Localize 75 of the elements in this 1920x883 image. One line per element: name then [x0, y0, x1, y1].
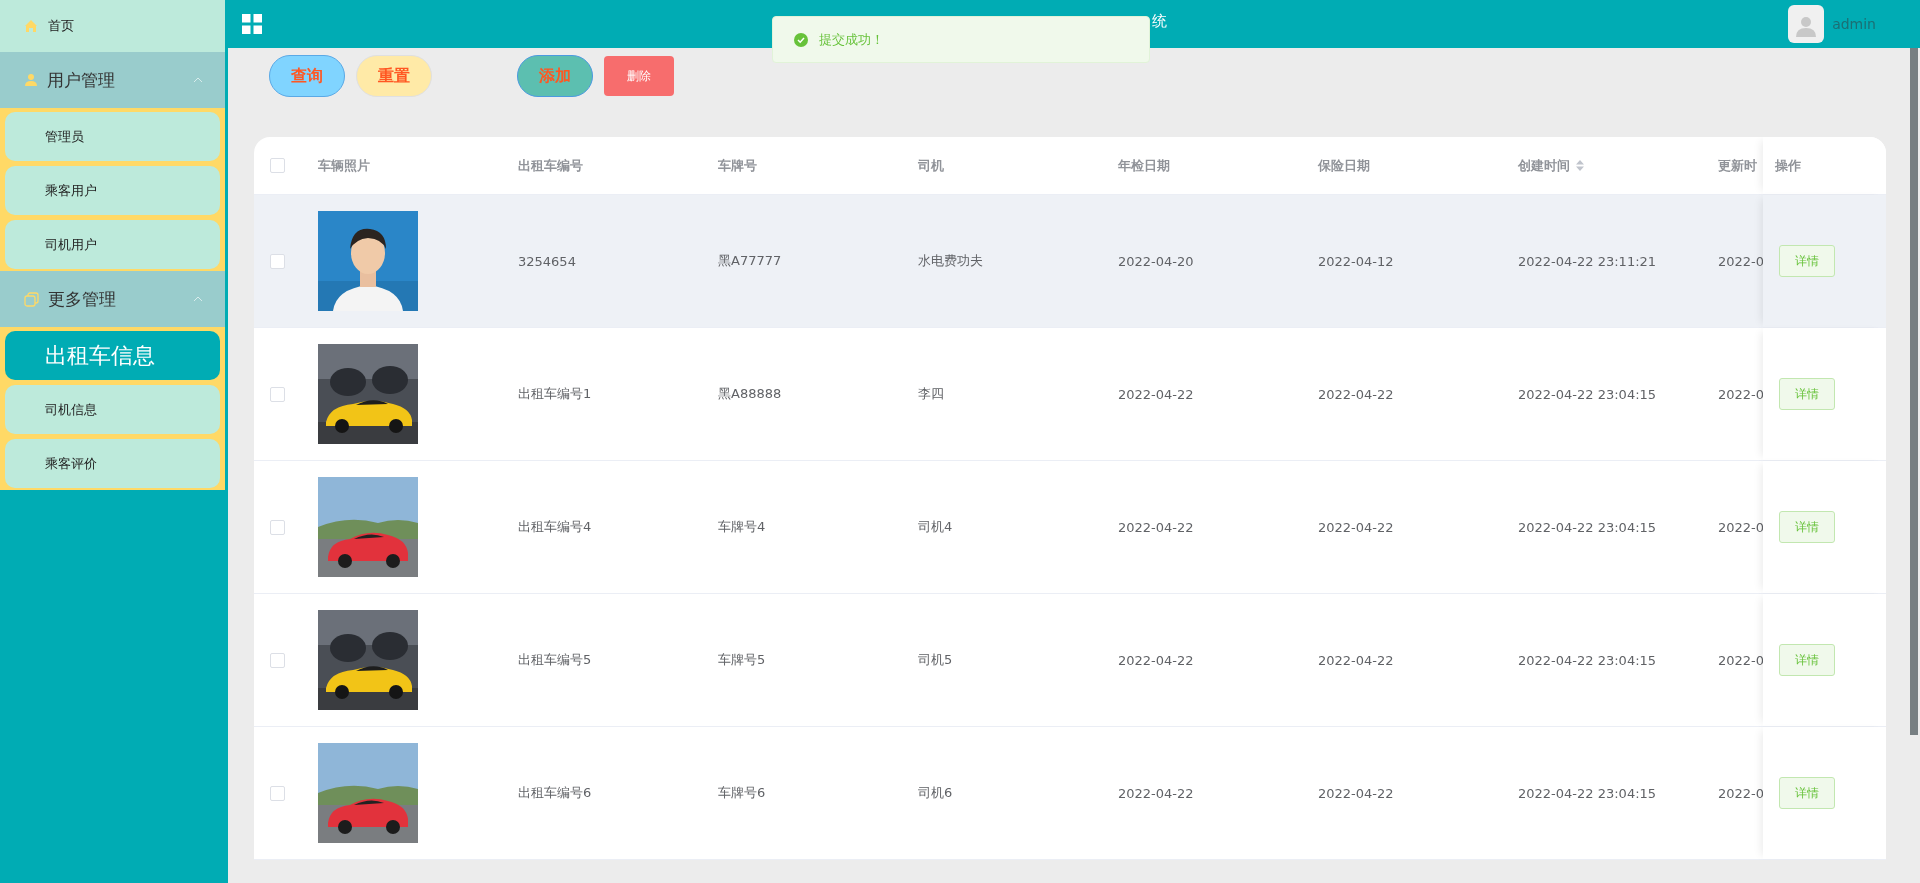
- table-cell: 2022-04-22: [1118, 785, 1194, 801]
- table-cell: 2022-04-22 23:04:15: [1518, 519, 1657, 535]
- sidebar-item[interactable]: 乘客评价: [5, 439, 220, 488]
- sidebar-group[interactable]: 用户管理: [0, 52, 225, 108]
- sidebar-item[interactable]: 司机用户: [5, 220, 220, 269]
- table-cell: 2022-04-22: [1318, 785, 1394, 801]
- table-cell: 2022-04-22: [1118, 652, 1194, 668]
- table-cell: 2022-04-12: [1318, 253, 1394, 269]
- checkbox[interactable]: [270, 386, 285, 402]
- table-cell: 车牌号6: [718, 784, 766, 802]
- avatar-icon[interactable]: [1788, 5, 1825, 43]
- scrollbar[interactable]: [1910, 48, 1918, 735]
- sidebar-item[interactable]: 管理员: [5, 112, 220, 161]
- table-cell: 2022-0: [1718, 785, 1765, 801]
- toast-text: 提交成功！: [819, 30, 884, 49]
- table-cell: 3254654: [518, 253, 576, 269]
- table-cell: 2022-04-22: [1318, 519, 1394, 535]
- table-cell: 司机5: [918, 651, 953, 669]
- table-cell: 出租车编号6: [518, 784, 592, 802]
- table-cell: 车牌号5: [718, 651, 766, 669]
- copy-icon: [24, 291, 39, 307]
- table-cell: 2022-04-22: [1118, 519, 1194, 535]
- sidebar-item[interactable]: 首页: [0, 0, 225, 52]
- table-cell: 2022-0: [1718, 253, 1765, 269]
- column-header: 出租车编号: [518, 156, 583, 175]
- sidebar-group[interactable]: 更多管理: [0, 271, 225, 327]
- column-header: 司机: [918, 156, 944, 175]
- table-cell: 黑A77777: [718, 252, 782, 270]
- table-row[interactable]: 出租车编号1 黑A88888 李四 2022-04-22 2022-04-22 2022-04-22 23:04:15 2022-0 详情: [254, 328, 1886, 461]
- group-label: 更多管理: [48, 287, 117, 311]
- checkbox[interactable]: [270, 158, 285, 173]
- username: admin: [1832, 16, 1876, 32]
- table-cell: 2022-04-22 23:04:15: [1518, 785, 1657, 801]
- checkbox[interactable]: [270, 519, 285, 535]
- checkbox[interactable]: [270, 253, 285, 269]
- table-cell: 2022-04-22: [1318, 652, 1394, 668]
- table-cell: 李四: [918, 385, 944, 403]
- success-icon: [794, 32, 808, 47]
- sidebar-item[interactable]: 司机信息: [5, 385, 220, 434]
- table-cell: 出租车编号4: [518, 518, 592, 536]
- table-cell: 2022-04-22: [1318, 386, 1394, 402]
- app-title: 统: [1152, 12, 1167, 31]
- grid-icon[interactable]: [242, 14, 262, 34]
- home-icon: [24, 19, 38, 33]
- table-cell: 车牌号4: [718, 518, 766, 536]
- table-row[interactable]: 出租车编号5 车牌号5 司机5 2022-04-22 2022-04-22 2022-04-22 23:04:15 2022-0 详情: [254, 594, 1886, 727]
- table-row[interactable]: 出租车编号6 车牌号6 司机6 2022-04-22 2022-04-22 2022-04-22 23:04:15 2022-0 详情: [254, 727, 1886, 860]
- table-cell: 司机4: [918, 518, 953, 536]
- table-cell: 2022-0: [1718, 652, 1765, 668]
- column-header: 操作: [1775, 156, 1801, 175]
- group-label: 用户管理: [47, 68, 116, 92]
- table-cell: 2022-0: [1718, 519, 1765, 535]
- table-cell: 出租车编号5: [518, 651, 592, 669]
- table-cell: 出租车编号1: [518, 385, 592, 403]
- column-header: 年检日期: [1118, 156, 1170, 175]
- column-header: 保险日期: [1318, 156, 1370, 175]
- checkbox[interactable]: [270, 652, 285, 668]
- column-header: 更新时: [1718, 156, 1757, 175]
- table-cell: 黑A88888: [718, 385, 782, 403]
- table-row[interactable]: 3254654 黑A77777 水电费功夫 2022-04-20 2022-04-12 2022-04-22 23:11:21 2022-0 详情: [254, 195, 1886, 328]
- column-header: 车辆照片: [318, 156, 370, 175]
- table-cell: 2022-04-22 23:04:15: [1518, 652, 1657, 668]
- user-icon: [24, 73, 38, 87]
- table-cell: 水电费功夫: [918, 252, 983, 270]
- table-cell: 2022-04-22 23:11:21: [1518, 253, 1657, 269]
- checkbox[interactable]: [270, 785, 285, 801]
- table-cell: 2022-04-22: [1118, 386, 1194, 402]
- table-cell: 2022-0: [1718, 386, 1765, 402]
- table-row[interactable]: 出租车编号4 车牌号4 司机4 2022-04-22 2022-04-22 2022-04-22 23:04:15 2022-0 详情: [254, 461, 1886, 594]
- sort-icon[interactable]: [1576, 160, 1584, 171]
- table-cell: 2022-04-22 23:04:15: [1518, 386, 1657, 402]
- table-cell: 司机6: [918, 784, 953, 802]
- column-header: 车牌号: [718, 156, 757, 175]
- sidebar-item[interactable]: 乘客用户: [5, 166, 220, 215]
- table-cell: 2022-04-20: [1118, 253, 1194, 269]
